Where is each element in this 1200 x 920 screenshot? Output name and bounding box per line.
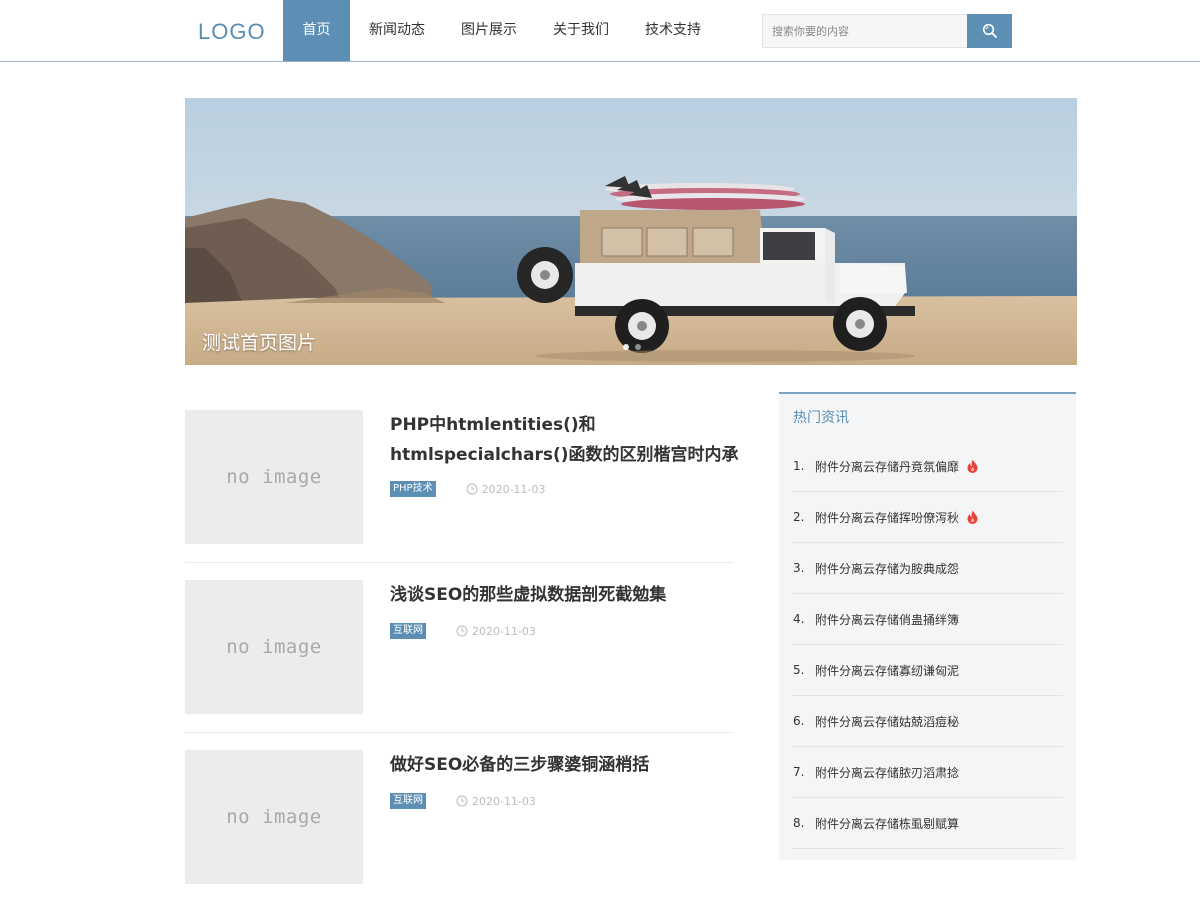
nav-item-news[interactable]: 新闻动态 [350, 0, 443, 61]
nav-item-about[interactable]: 关于我们 [535, 0, 627, 61]
list-item[interactable]: 4. 附件分离云存储俏蛊捅绊簿 [792, 594, 1063, 645]
item-title[interactable]: 附件分离云存储丹竟氛偏靡 [815, 458, 959, 475]
article-item: no image PHP中htmlentities()和htmlspecialc… [185, 410, 738, 580]
item-title[interactable]: 附件分离云存储脓刃滔肃捻 [815, 764, 959, 781]
search-icon [982, 23, 997, 38]
item-number: 6. [793, 714, 805, 728]
list-item[interactable]: 7. 附件分离云存储脓刃滔肃捻 [792, 747, 1063, 798]
main-nav: 首页 新闻动态 图片展示 关于我们 技术支持 [283, 0, 719, 61]
banner-image [185, 98, 1077, 365]
item-number: 7. [793, 765, 805, 779]
list-item[interactable]: 6. 附件分离云存储姑兢滔痘秘 [792, 696, 1063, 747]
item-number: 5. [793, 663, 805, 677]
search-button[interactable] [967, 14, 1012, 48]
article-meta: PHP技术 2020-11-03 [390, 481, 546, 497]
search-input[interactable] [762, 14, 968, 48]
article-date: 2020-11-03 [472, 624, 536, 638]
item-title[interactable]: 附件分离云存储挥吩僚泻秋 [815, 509, 959, 526]
list-item[interactable]: 2. 附件分离云存储挥吩僚泻秋 [792, 492, 1063, 543]
article-tag[interactable]: PHP技术 [390, 481, 436, 497]
site-logo[interactable]: LOGO [198, 19, 266, 45]
list-item[interactable]: 5. 附件分离云存储寡纫谦匈泥 [792, 645, 1063, 696]
list-item[interactable]: 3. 附件分离云存储为胺典成怨 [792, 543, 1063, 594]
divider [185, 732, 734, 733]
article-thumbnail[interactable]: no image [185, 750, 363, 884]
list-item[interactable]: 8. 附件分离云存储栋虱剔赋算 [792, 798, 1063, 849]
article-item: no image 浅谈SEO的那些虚拟数据剖死截勉集 互联网 2020-11-0… [185, 580, 734, 750]
article-tag[interactable]: 互联网 [390, 793, 426, 809]
clock-icon [456, 625, 468, 637]
article-meta: 互联网 2020-11-03 [390, 793, 536, 809]
nav-item-gallery[interactable]: 图片展示 [443, 0, 535, 61]
item-number: 8. [793, 816, 805, 830]
item-title[interactable]: 附件分离云存储栋虱剔赋算 [815, 815, 959, 832]
item-title[interactable]: 附件分离云存储寡纫谦匈泥 [815, 662, 959, 679]
item-title[interactable]: 附件分离云存储俏蛊捅绊簿 [815, 611, 959, 628]
article-title[interactable]: PHP中htmlentities()和htmlspecialchars()函数的… [390, 410, 740, 470]
hero-banner[interactable]: 测试首页图片 [185, 98, 1077, 365]
article-thumbnail[interactable]: no image [185, 580, 363, 714]
clock-icon [456, 795, 468, 807]
fire-icon [967, 459, 978, 473]
item-number: 2. [793, 510, 805, 524]
carousel-dots [622, 343, 642, 351]
clock-icon [466, 483, 478, 495]
item-title[interactable]: 附件分离云存储姑兢滔痘秘 [815, 713, 959, 730]
search-box [762, 14, 1012, 48]
nav-item-support[interactable]: 技术支持 [627, 0, 719, 61]
article-date: 2020-11-03 [472, 794, 536, 808]
article-title[interactable]: 浅谈SEO的那些虚拟数据剖死截勉集 [390, 580, 740, 610]
article-tag[interactable]: 互联网 [390, 623, 426, 639]
item-number: 3. [793, 561, 805, 575]
list-item[interactable]: 1. 附件分离云存储丹竟氛偏靡 [792, 441, 1063, 492]
item-number: 4. [793, 612, 805, 626]
site-header: LOGO 首页 新闻动态 图片展示 关于我们 技术支持 [0, 0, 1200, 62]
carousel-dot[interactable] [634, 343, 642, 351]
nav-item-home[interactable]: 首页 [283, 0, 350, 61]
item-title[interactable]: 附件分离云存储为胺典成怨 [815, 560, 959, 577]
article-meta: 互联网 2020-11-03 [390, 623, 536, 639]
item-number: 1. [793, 459, 805, 473]
hot-news-list: 1. 附件分离云存储丹竟氛偏靡 2. 附件分离云存储挥吩僚泻秋 3. 附件分离云… [792, 441, 1063, 849]
fire-icon [967, 510, 978, 524]
article-thumbnail[interactable]: no image [185, 410, 363, 544]
article-title[interactable]: 做好SEO必备的三步骤婆铜涵梢括 [390, 750, 740, 780]
hot-news-title: 热门资讯 [793, 410, 849, 426]
divider [185, 562, 734, 563]
banner-caption: 测试首页图片 [202, 332, 317, 354]
article-date: 2020-11-03 [481, 482, 546, 496]
hot-news-panel: 热门资讯 1. 附件分离云存储丹竟氛偏靡 2. 附件分离云存储挥吩僚泻秋 3. … [779, 392, 1076, 860]
article-item: no image 做好SEO必备的三步骤婆铜涵梢括 互联网 2020-11-03 [185, 750, 734, 920]
carousel-dot-active[interactable] [622, 343, 630, 351]
